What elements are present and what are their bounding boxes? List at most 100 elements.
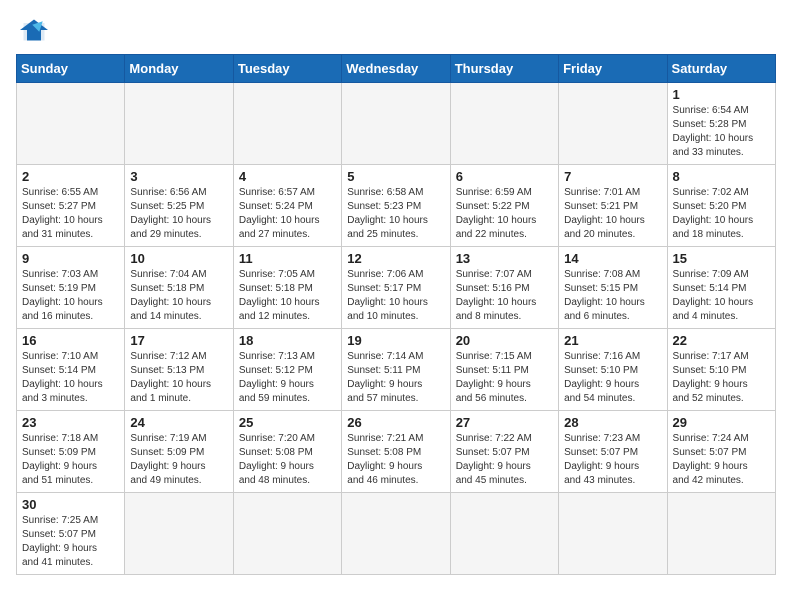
weekday-header-monday: Monday [125, 55, 233, 83]
generalblue-logo-icon [16, 16, 52, 44]
calendar-day: 17 Sunrise: 7:12 AM Sunset: 5:13 PM Dayli… [125, 329, 233, 411]
calendar-day: 10Sunrise: 7:04 AM Sunset: 5:18 PM Dayli… [125, 247, 233, 329]
day-number: 23 [22, 415, 119, 430]
day-info: Sunrise: 7:07 AM Sunset: 5:16 PM Dayligh… [456, 268, 553, 324]
day-info: Sunrise: 7:25 AM Sunset: 5:07 PM Dayligh… [22, 514, 119, 570]
day-info: Sunrise: 6:56 AM Sunset: 5:25 PM Dayligh… [130, 186, 227, 242]
weekday-header-thursday: Thursday [450, 55, 558, 83]
day-number: 1 [673, 87, 770, 102]
calendar-day: 21 Sunrise: 7:16 AM Sunset: 5:10 PM Dayli… [559, 329, 667, 411]
calendar-day: 3 Sunrise: 6:56 AM Sunset: 5:25 PM Daylig… [125, 165, 233, 247]
calendar-day [233, 83, 341, 165]
calendar-day: 29 Sunrise: 7:24 AM Sunset: 5:07 PM Dayli… [667, 411, 775, 493]
calendar-day: 30Sunrise: 7:25 AM Sunset: 5:07 PM Dayli… [17, 493, 125, 575]
weekday-header-friday: Friday [559, 55, 667, 83]
day-number: 6 [456, 169, 553, 184]
calendar-day: 25Sunrise: 7:20 AM Sunset: 5:08 PM Dayli… [233, 411, 341, 493]
day-number: 15 [673, 251, 770, 266]
day-number: 16 [22, 333, 119, 348]
weekday-header-sunday: Sunday [17, 55, 125, 83]
day-info: Sunrise: 7:18 AM Sunset: 5:09 PM Dayligh… [22, 432, 119, 488]
calendar-day [559, 83, 667, 165]
day-info: Sunrise: 7:16 AM Sunset: 5:10 PM Dayligh… [564, 350, 661, 406]
day-info: Sunrise: 7:24 AM Sunset: 5:07 PM Dayligh… [673, 432, 770, 488]
day-info: Sunrise: 7:13 AM Sunset: 5:12 PM Dayligh… [239, 350, 336, 406]
day-info: Sunrise: 6:55 AM Sunset: 5:27 PM Dayligh… [22, 186, 119, 242]
day-number: 9 [22, 251, 119, 266]
day-number: 17 [130, 333, 227, 348]
day-number: 28 [564, 415, 661, 430]
calendar-day: 13 Sunrise: 7:07 AM Sunset: 5:16 PM Dayli… [450, 247, 558, 329]
calendar-day [342, 83, 450, 165]
weekday-header-row: SundayMondayTuesdayWednesdayThursdayFrid… [17, 55, 776, 83]
day-info: Sunrise: 7:03 AM Sunset: 5:19 PM Dayligh… [22, 268, 119, 324]
calendar-day: 4 Sunrise: 6:57 AM Sunset: 5:24 PM Daylig… [233, 165, 341, 247]
calendar-day: 1 Sunrise: 6:54 AM Sunset: 5:28 PM Daylig… [667, 83, 775, 165]
calendar-week-row-5: 30Sunrise: 7:25 AM Sunset: 5:07 PM Dayli… [17, 493, 776, 575]
calendar-day: 23 Sunrise: 7:18 AM Sunset: 5:09 PM Dayli… [17, 411, 125, 493]
calendar-day [342, 493, 450, 575]
calendar-day: 27Sunrise: 7:22 AM Sunset: 5:07 PM Dayli… [450, 411, 558, 493]
day-info: Sunrise: 7:15 AM Sunset: 5:11 PM Dayligh… [456, 350, 553, 406]
calendar-day: 22 Sunrise: 7:17 AM Sunset: 5:10 PM Dayli… [667, 329, 775, 411]
calendar-day: 18Sunrise: 7:13 AM Sunset: 5:12 PM Dayli… [233, 329, 341, 411]
day-number: 13 [456, 251, 553, 266]
calendar-day: 11 Sunrise: 7:05 AM Sunset: 5:18 PM Dayli… [233, 247, 341, 329]
day-info: Sunrise: 7:08 AM Sunset: 5:15 PM Dayligh… [564, 268, 661, 324]
day-number: 20 [456, 333, 553, 348]
calendar-day: 20 Sunrise: 7:15 AM Sunset: 5:11 PM Dayli… [450, 329, 558, 411]
day-info: Sunrise: 6:58 AM Sunset: 5:23 PM Dayligh… [347, 186, 444, 242]
day-info: Sunrise: 6:59 AM Sunset: 5:22 PM Dayligh… [456, 186, 553, 242]
day-info: Sunrise: 7:17 AM Sunset: 5:10 PM Dayligh… [673, 350, 770, 406]
day-number: 3 [130, 169, 227, 184]
weekday-header-saturday: Saturday [667, 55, 775, 83]
calendar-day [667, 493, 775, 575]
day-info: Sunrise: 7:21 AM Sunset: 5:08 PM Dayligh… [347, 432, 444, 488]
calendar-day: 9 Sunrise: 7:03 AM Sunset: 5:19 PM Daylig… [17, 247, 125, 329]
calendar-day: 14Sunrise: 7:08 AM Sunset: 5:15 PM Dayli… [559, 247, 667, 329]
weekday-header-tuesday: Tuesday [233, 55, 341, 83]
calendar-day: 12Sunrise: 7:06 AM Sunset: 5:17 PM Dayli… [342, 247, 450, 329]
day-info: Sunrise: 6:57 AM Sunset: 5:24 PM Dayligh… [239, 186, 336, 242]
day-number: 29 [673, 415, 770, 430]
calendar-week-row-0: 1 Sunrise: 6:54 AM Sunset: 5:28 PM Daylig… [17, 83, 776, 165]
day-info: Sunrise: 7:02 AM Sunset: 5:20 PM Dayligh… [673, 186, 770, 242]
day-info: Sunrise: 6:54 AM Sunset: 5:28 PM Dayligh… [673, 104, 770, 160]
calendar-day [450, 493, 558, 575]
calendar-day [125, 83, 233, 165]
day-number: 19 [347, 333, 444, 348]
calendar-week-row-3: 16Sunrise: 7:10 AM Sunset: 5:14 PM Dayli… [17, 329, 776, 411]
calendar-day: 19 Sunrise: 7:14 AM Sunset: 5:11 PM Dayli… [342, 329, 450, 411]
weekday-header-wednesday: Wednesday [342, 55, 450, 83]
day-info: Sunrise: 7:20 AM Sunset: 5:08 PM Dayligh… [239, 432, 336, 488]
day-number: 21 [564, 333, 661, 348]
page-header [16, 16, 776, 44]
calendar-week-row-4: 23 Sunrise: 7:18 AM Sunset: 5:09 PM Dayli… [17, 411, 776, 493]
day-info: Sunrise: 7:14 AM Sunset: 5:11 PM Dayligh… [347, 350, 444, 406]
day-info: Sunrise: 7:01 AM Sunset: 5:21 PM Dayligh… [564, 186, 661, 242]
day-info: Sunrise: 7:05 AM Sunset: 5:18 PM Dayligh… [239, 268, 336, 324]
calendar-day [559, 493, 667, 575]
calendar-week-row-2: 9 Sunrise: 7:03 AM Sunset: 5:19 PM Daylig… [17, 247, 776, 329]
calendar-day: 8 Sunrise: 7:02 AM Sunset: 5:20 PM Daylig… [667, 165, 775, 247]
day-number: 2 [22, 169, 119, 184]
calendar-day [17, 83, 125, 165]
calendar-day: 2 Sunrise: 6:55 AM Sunset: 5:27 PM Daylig… [17, 165, 125, 247]
day-info: Sunrise: 7:12 AM Sunset: 5:13 PM Dayligh… [130, 350, 227, 406]
day-number: 24 [130, 415, 227, 430]
day-info: Sunrise: 7:22 AM Sunset: 5:07 PM Dayligh… [456, 432, 553, 488]
calendar-day: 24 Sunrise: 7:19 AM Sunset: 5:09 PM Dayli… [125, 411, 233, 493]
calendar-day: 15Sunrise: 7:09 AM Sunset: 5:14 PM Dayli… [667, 247, 775, 329]
day-info: Sunrise: 7:04 AM Sunset: 5:18 PM Dayligh… [130, 268, 227, 324]
calendar-day: 28 Sunrise: 7:23 AM Sunset: 5:07 PM Dayli… [559, 411, 667, 493]
calendar-day [450, 83, 558, 165]
day-info: Sunrise: 7:23 AM Sunset: 5:07 PM Dayligh… [564, 432, 661, 488]
day-number: 5 [347, 169, 444, 184]
day-number: 12 [347, 251, 444, 266]
day-number: 11 [239, 251, 336, 266]
day-number: 22 [673, 333, 770, 348]
day-info: Sunrise: 7:19 AM Sunset: 5:09 PM Dayligh… [130, 432, 227, 488]
calendar-week-row-1: 2 Sunrise: 6:55 AM Sunset: 5:27 PM Daylig… [17, 165, 776, 247]
day-number: 8 [673, 169, 770, 184]
day-number: 4 [239, 169, 336, 184]
